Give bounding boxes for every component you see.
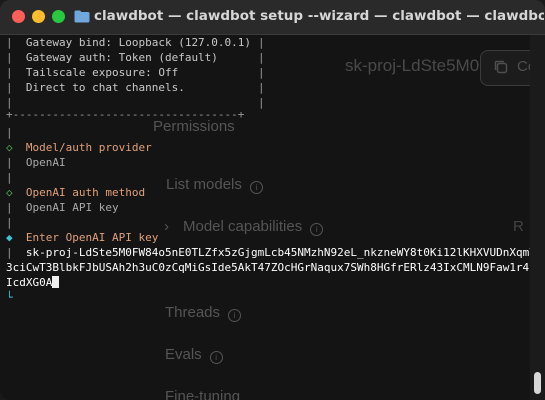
text-cursor	[52, 276, 60, 288]
minimize-window-button[interactable]	[32, 10, 45, 23]
auth-method-value: OpenAI API key	[25, 201, 119, 214]
api-key-input-line-1[interactable]: | sk-proj-LdSte5M0FW84o5nE0TLZfx5zGjgmLc…	[6, 245, 536, 260]
api-key-input-line-3[interactable]: IcdXG0A	[6, 275, 60, 290]
box-line-tailscale: | Tailscale exposure: Off	[6, 66, 179, 79]
provider-prompt: Model/auth provider	[25, 141, 152, 154]
window-title: clawdbot — clawdbot setup --wizard — cla…	[94, 8, 544, 24]
auth-method-prompt: OpenAI auth method	[25, 186, 146, 199]
terminal-output[interactable]: | Gateway bind: Loopback (127.0.0.1) | |…	[0, 35, 536, 400]
folder-icon	[74, 10, 90, 23]
api-key-text-1: sk-proj-LdSte5M0FW84o5nE0TLZfx5zGjgmLcb4…	[25, 246, 536, 259]
gutter-line: |	[6, 171, 13, 184]
close-window-button[interactable]	[12, 10, 25, 23]
step-done-icon: ◇	[6, 141, 13, 154]
scrollbar-thumb[interactable]	[534, 372, 541, 394]
api-key-text-2: 3ciCwT3BlbkFJbUSAh2h3uC0zCqMiGsIde5AkT47…	[6, 261, 536, 274]
terminal-window: sk-proj-LdSte5M0FW84o5nE0TLZfx5zG Co Per…	[0, 0, 545, 400]
box-line-gateway-auth: | Gateway auth: Token (default)	[6, 51, 218, 64]
box-bottom-border: +----------------------------------+	[6, 108, 245, 121]
box-line-direct-chat: | Direct to chat channels.	[6, 81, 185, 94]
api-key-input-line-2[interactable]: 3ciCwT3BlbkFJbUSAh2h3uC0zCqMiGsIde5AkT47…	[6, 260, 536, 275]
box-right-border: |	[258, 36, 265, 49]
provider-prompt-line: ◇ Model/auth provider	[6, 140, 152, 155]
method-value-line: | OpenAI API key	[6, 201, 119, 214]
box-right-border: |	[258, 81, 265, 94]
provider-value-line: | OpenAI	[6, 156, 66, 169]
step-active-icon: ◆	[6, 231, 13, 244]
box-line-gateway-bind: | Gateway bind: Loopback (127.0.0.1)	[6, 36, 252, 49]
api-key-prompt: Enter OpenAI API key	[25, 231, 159, 244]
step-done-icon: ◇	[6, 186, 13, 199]
box-right-border: |	[258, 96, 265, 109]
title-bar: clawdbot — clawdbot setup --wizard — cla…	[0, 0, 545, 35]
scrollbar-track[interactable]	[530, 35, 545, 400]
key-prompt-line: ◆ Enter OpenAI API key	[6, 230, 158, 245]
box-right-border: |	[258, 66, 265, 79]
box-right-border: |	[258, 51, 265, 64]
gutter-line: |	[6, 216, 13, 229]
method-prompt-line: ◇ OpenAI auth method	[6, 185, 145, 200]
api-key-text-3: IcdXG0A	[6, 276, 53, 289]
maximize-window-button[interactable]	[52, 10, 65, 23]
prompt-end-mark: └	[6, 291, 13, 304]
provider-value: OpenAI	[25, 156, 66, 169]
gutter-line: |	[6, 126, 13, 139]
